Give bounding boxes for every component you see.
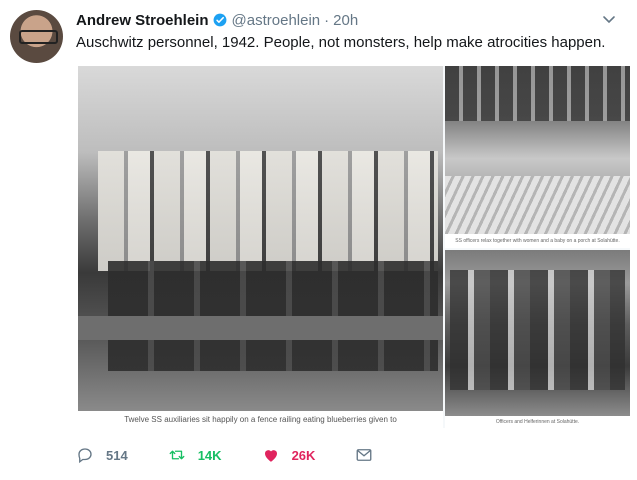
avatar-glasses [19, 30, 58, 44]
like-button[interactable]: 26K [262, 446, 316, 464]
caption-main: Twelve SS auxiliaries sit happily on a f… [78, 411, 443, 428]
tweet-header: Andrew Stroehlein @astroehlein · 20h [76, 9, 617, 31]
photo-porch-deck [445, 176, 630, 234]
tweet-timestamp[interactable]: 20h [333, 12, 358, 29]
retweet-count: 14K [197, 447, 222, 463]
reply-button[interactable]: 514 [76, 446, 128, 464]
retweet-button[interactable]: 14K [168, 446, 222, 464]
photo-group-figures [450, 270, 625, 390]
author-name[interactable]: Andrew Stroehlein [76, 12, 209, 29]
photo-people-figures [98, 151, 438, 271]
photo-porch[interactable] [445, 66, 630, 234]
photo-auxiliaries-fence[interactable] [78, 66, 443, 411]
photo-fence-rail [78, 316, 443, 340]
author-avatar[interactable] [10, 10, 63, 63]
retweet-icon [169, 450, 185, 460]
reply-icon [78, 448, 92, 464]
photo-officers-group[interactable] [445, 250, 630, 416]
envelope-icon [356, 449, 372, 461]
tweet-text: Auschwitz personnel, 1942. People, not m… [76, 34, 606, 51]
verified-badge-icon [213, 13, 227, 27]
tweet-actions: 514 14K 26K [76, 446, 425, 464]
heart-icon [264, 450, 277, 462]
reply-count: 514 [106, 447, 128, 463]
direct-message-button[interactable] [355, 446, 385, 464]
author-handle[interactable]: @astroehlein [232, 12, 321, 29]
photo-porch-roof [445, 66, 630, 121]
chevron-down-icon[interactable] [601, 11, 617, 27]
separator-dot: · [324, 11, 330, 29]
like-count: 26K [291, 447, 316, 463]
caption-bottom-right: Officers and Helferinnen at Solahütte. [445, 416, 630, 428]
tweet-media[interactable]: Twelve SS auxiliaries sit happily on a f… [78, 66, 630, 428]
caption-top-right: SS officers relax together with women an… [445, 234, 630, 248]
